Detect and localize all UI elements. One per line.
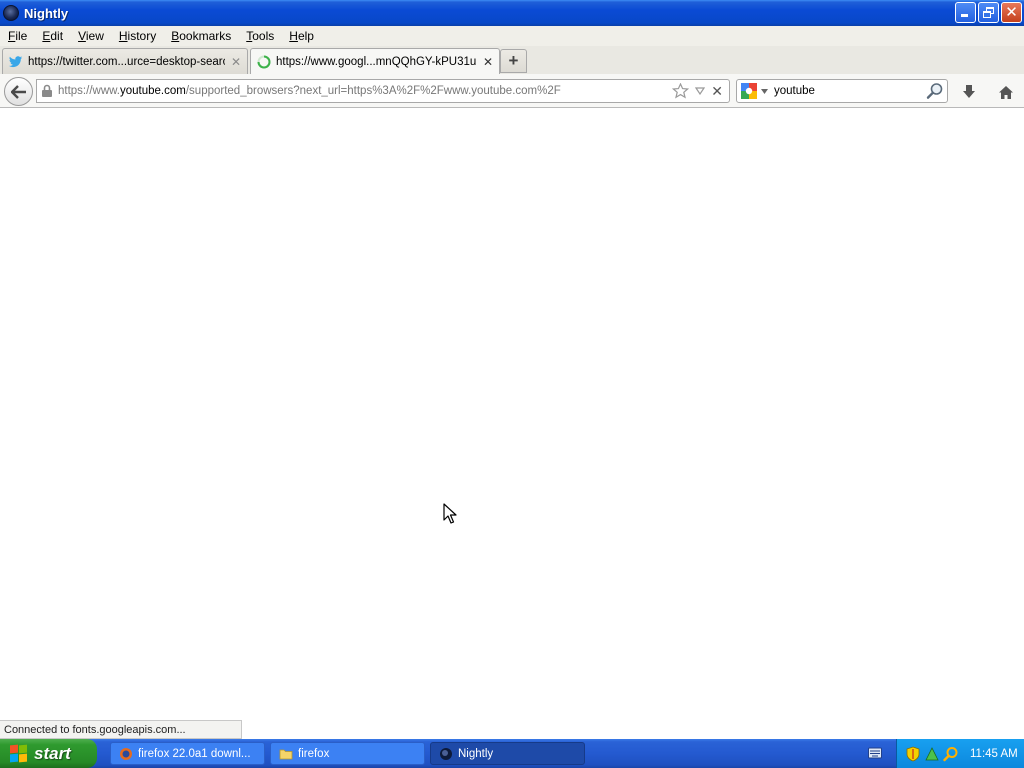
folder-icon: [279, 749, 293, 759]
menu-bar: File Edit View History Bookmarks Tools H…: [0, 26, 1024, 46]
taskbar: start firefox 22.0a1 downl... firefox Ni…: [0, 739, 1024, 768]
menu-bookmarks[interactable]: Bookmarks: [163, 29, 238, 43]
task-label: Nightly: [458, 747, 494, 760]
menu-file[interactable]: File: [0, 29, 34, 43]
new-tab-button[interactable]: +: [500, 49, 527, 73]
tab-google-loading[interactable]: https://www.googl...mnQQhGY-kPU31uHLa ✕: [250, 48, 500, 75]
taskbar-item-firefox-folder[interactable]: firefox: [270, 742, 425, 765]
url-history-dropdown-icon[interactable]: [695, 87, 706, 95]
tab-close-icon[interactable]: ✕: [483, 55, 493, 69]
minimize-button[interactable]: [955, 2, 976, 23]
start-label: start: [34, 743, 71, 763]
url-bar[interactable]: https://www.youtube.com/supported_browse…: [36, 79, 730, 103]
search-tray-icon[interactable]: [943, 746, 959, 762]
navigation-bar: https://www.youtube.com/supported_browse…: [0, 74, 1024, 108]
task-label: firefox 22.0a1 downl...: [138, 747, 251, 760]
plus-icon: +: [508, 51, 519, 70]
menu-view[interactable]: View: [70, 29, 111, 43]
menu-tools[interactable]: Tools: [238, 29, 281, 43]
window-title: Nightly: [24, 5, 69, 21]
url-text[interactable]: https://www.youtube.com/supported_browse…: [58, 85, 672, 97]
nightly-app-icon: [3, 5, 19, 21]
back-button[interactable]: [4, 77, 33, 106]
nightly-icon: [440, 747, 452, 760]
security-shield-icon[interactable]: [905, 746, 921, 762]
download-arrow-icon: [963, 85, 975, 98]
windows-flag-icon: [10, 744, 28, 763]
page-content[interactable]: [0, 109, 1024, 739]
network-icon[interactable]: [924, 746, 940, 762]
search-input[interactable]: youtube: [774, 85, 926, 97]
status-panel: Connected to fonts.googleapis.com...: [0, 720, 242, 739]
system-tray: 11:45 AM: [896, 739, 1024, 768]
chevron-down-icon: [761, 88, 768, 94]
menu-history[interactable]: History: [111, 29, 163, 43]
tab-twitter[interactable]: https://twitter.com...urce=desktop-searc…: [2, 48, 248, 74]
tab-label: https://twitter.com...urce=desktop-searc…: [28, 55, 225, 68]
tab-strip: https://twitter.com...urce=desktop-searc…: [0, 46, 1024, 75]
bookmark-star-icon[interactable]: [672, 83, 690, 99]
tab-label: https://www.googl...mnQQhGY-kPU31uHLa: [276, 56, 477, 68]
downloads-button[interactable]: [958, 82, 980, 102]
search-bar[interactable]: youtube: [736, 79, 948, 103]
close-icon: ✕: [1005, 4, 1018, 21]
close-window-button[interactable]: ✕: [1001, 2, 1022, 23]
lock-icon: [42, 84, 52, 97]
back-arrow-icon: [10, 84, 26, 99]
google-logo-icon: [741, 83, 757, 99]
title-bar[interactable]: Nightly ✕: [0, 0, 1024, 26]
task-label: firefox: [298, 747, 330, 760]
twitter-bird-icon: [9, 55, 23, 67]
home-button[interactable]: [995, 82, 1017, 102]
mouse-cursor-icon: [443, 503, 457, 524]
window-controls: ✕: [955, 2, 1022, 23]
loading-spinner-icon: [257, 55, 271, 69]
clock[interactable]: 11:45 AM: [970, 748, 1018, 760]
search-icon[interactable]: [926, 82, 944, 100]
status-text: Connected to fonts.googleapis.com...: [4, 723, 186, 736]
taskbar-item-firefox-download[interactable]: firefox 22.0a1 downl...: [110, 742, 265, 765]
search-engine-selector[interactable]: [741, 83, 771, 99]
restore-button[interactable]: [978, 2, 999, 23]
home-icon: [999, 85, 1013, 99]
menu-edit[interactable]: Edit: [34, 29, 70, 43]
stop-icon[interactable]: ✕: [711, 83, 723, 100]
menu-help[interactable]: Help: [281, 29, 321, 43]
firefox-download-icon: [120, 747, 132, 760]
url-domain: youtube.com: [120, 85, 186, 97]
tab-close-icon[interactable]: ✕: [231, 55, 241, 69]
keyboard-language-icon[interactable]: [868, 747, 882, 759]
start-button[interactable]: start: [0, 739, 97, 768]
minimize-icon: [961, 14, 968, 17]
taskbar-item-nightly[interactable]: Nightly: [430, 742, 585, 765]
